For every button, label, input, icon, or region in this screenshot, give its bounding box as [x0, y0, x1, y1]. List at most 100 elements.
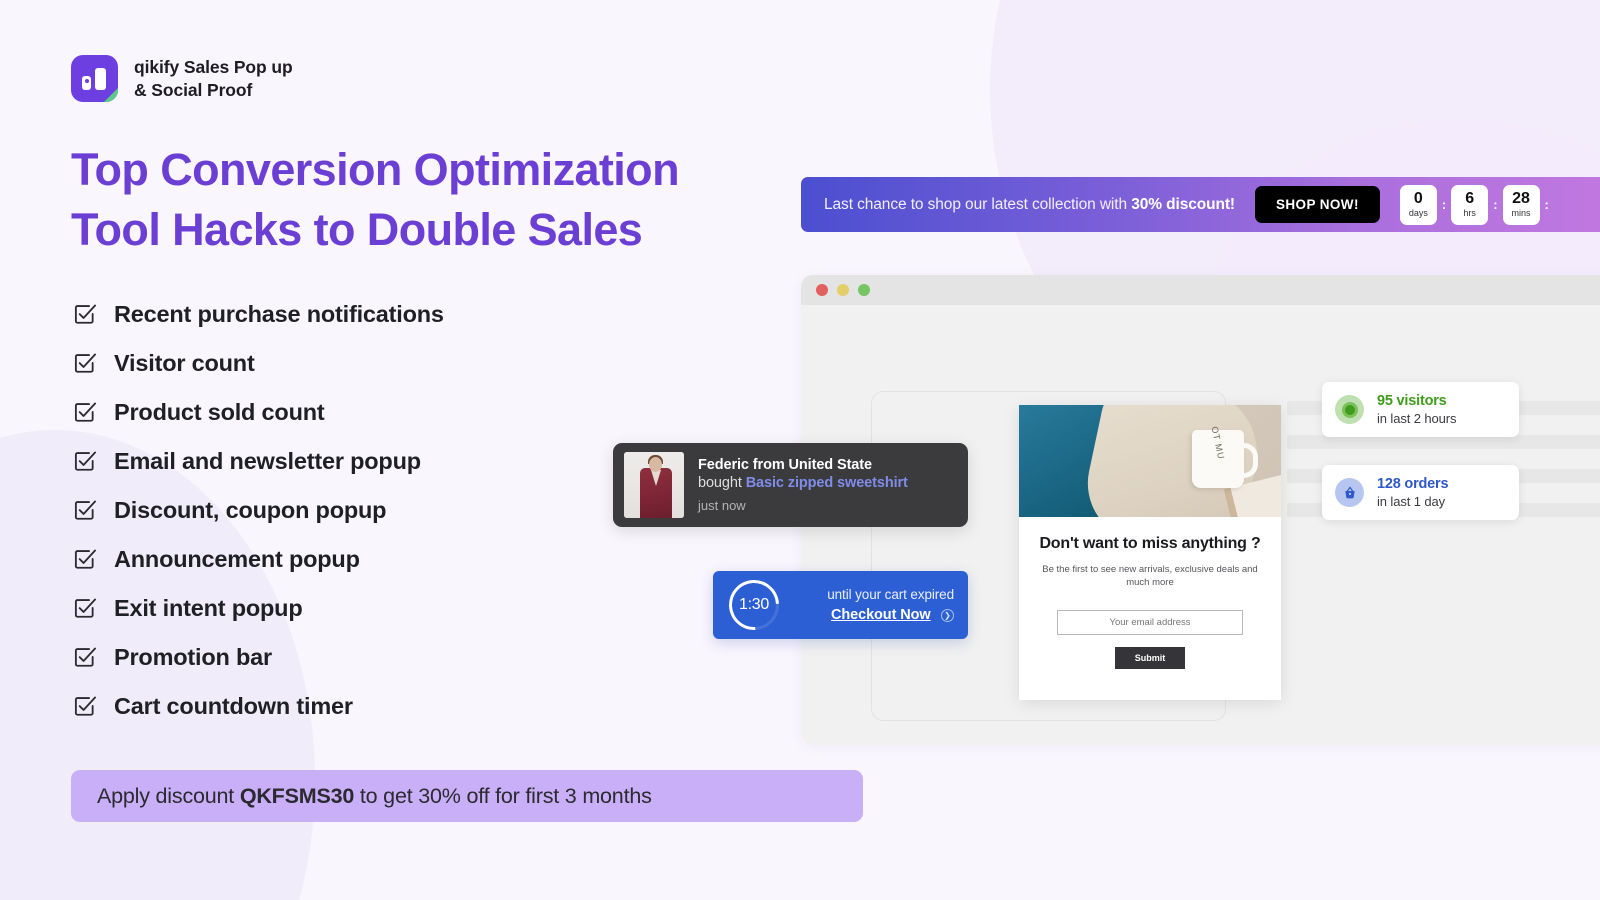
- timer-separator: :: [1441, 197, 1447, 212]
- chevron-right-icon: ❯: [941, 608, 954, 622]
- feature-item: Product sold count: [73, 388, 444, 437]
- discount-banner-text: Apply discount QKFSMS30 to get 30% off f…: [97, 784, 652, 809]
- feature-item-label: Announcement popup: [114, 546, 360, 572]
- order-count-title: 128 orders: [1377, 476, 1449, 492]
- pulse-dot-icon: [1335, 395, 1364, 424]
- brand-name: qikify Sales Pop up & Social Proof: [134, 56, 293, 101]
- minimize-window-icon[interactable]: [837, 284, 849, 296]
- newsletter-submit-button[interactable]: Submit: [1115, 646, 1185, 669]
- feature-item-label: Visitor count: [114, 350, 255, 376]
- checkbox-checked-icon: [73, 695, 96, 718]
- timer-separator: :: [1493, 197, 1498, 212]
- promotion-bar: Last chance to shop our latest collectio…: [801, 177, 1600, 232]
- cart-expiry-message: until your cart expired: [827, 586, 954, 602]
- cart-timer-value: 1:30: [739, 595, 769, 613]
- qikify-bar-logo-icon: [71, 55, 118, 102]
- feature-item-label: Product sold count: [114, 399, 325, 425]
- newsletter-popup: OT MU Don't want to miss anything ? Be t…: [1019, 405, 1281, 700]
- page-title-line2: Tool Hacks to Double Sales: [71, 203, 643, 255]
- close-window-icon[interactable]: [816, 284, 828, 296]
- timer-separator: :: [1544, 197, 1549, 212]
- feature-item: Recent purchase notifications: [73, 290, 444, 339]
- checkbox-checked-icon: [73, 597, 96, 620]
- timer-cell-mins: 28 mins: [1502, 184, 1540, 225]
- discount-code: QKFSMS30: [239, 783, 355, 808]
- checkbox-checked-icon: [73, 548, 96, 571]
- visitor-badge-text: 95 visitors in last 2 hours: [1377, 393, 1457, 426]
- feature-item: Cart countdown timer: [73, 682, 444, 731]
- thumb-head: [649, 457, 662, 472]
- order-badge-text: 128 orders in last 1 day: [1377, 476, 1449, 509]
- newsletter-subtitle: Be the first to see new arrivals, exclus…: [1042, 563, 1258, 589]
- page-title: Top Conversion Optimization Tool Hacks t…: [71, 140, 831, 260]
- promo-message-prefix: Last chance to shop our latest collectio…: [824, 195, 1132, 213]
- cart-countdown-popup[interactable]: 1:30 until your cart expired Checkout No…: [713, 569, 968, 641]
- timer-unit: mins: [1511, 208, 1531, 218]
- logo-bar-small: [82, 76, 91, 90]
- timer-value: 28: [1512, 190, 1530, 207]
- brand-lockup[interactable]: qikify Sales Pop up & Social Proof: [71, 55, 293, 102]
- feature-item: Email and newsletter popup: [73, 437, 444, 486]
- checkbox-checked-icon: [73, 450, 96, 473]
- order-count-subtitle: in last 1 day: [1377, 494, 1446, 509]
- placeholder-bar: [1287, 435, 1600, 449]
- feature-item-label: Promotion bar: [114, 644, 272, 670]
- recent-purchase-notification[interactable]: Federic from United State bought Basic z…: [613, 443, 968, 527]
- countdown-timer: 0 days:6 hrs:28 mins:: [1399, 184, 1549, 225]
- checkbox-checked-icon: [73, 303, 96, 326]
- mug-shape: OT MU: [1192, 425, 1259, 488]
- shopping-basket-icon: [1335, 478, 1364, 507]
- feature-item-label: Recent purchase notifications: [114, 301, 444, 327]
- mug-label: OT MU: [1209, 425, 1227, 461]
- cart-timer-ring-icon: 1:30: [718, 569, 790, 641]
- logo-corner-fold: [104, 88, 118, 102]
- notification-customer: Federic from United State: [698, 457, 872, 473]
- feature-item: Visitor count: [73, 339, 444, 388]
- notification-action: bought Basic zipped sweetshirt: [698, 475, 908, 491]
- feature-item-label: Cart countdown timer: [114, 693, 353, 719]
- pulse-dot-core: [1344, 404, 1355, 415]
- brand-name-line1: qikify Sales Pop up: [134, 57, 293, 78]
- product-thumbnail: [624, 452, 684, 518]
- cart-cta-row: Checkout Now ❯: [793, 602, 954, 624]
- feature-item: Announcement popup: [73, 535, 444, 584]
- visitor-count-subtitle: in last 2 hours: [1377, 411, 1457, 426]
- timer-cell-days: 0 days: [1399, 184, 1437, 225]
- notification-timestamp: just now: [698, 498, 746, 513]
- shop-now-button[interactable]: SHOP NOW!: [1254, 186, 1380, 223]
- timer-unit: days: [1408, 208, 1428, 218]
- notification-verb: bought: [698, 475, 746, 491]
- page-title-line1: Top Conversion Optimization: [71, 144, 680, 195]
- notification-product-link[interactable]: Basic zipped sweetshirt: [746, 475, 908, 491]
- newsletter-body: Don't want to miss anything ? Be the fir…: [1019, 517, 1281, 669]
- visitor-count-title: 95 visitors: [1377, 393, 1447, 409]
- promo-landing-page: qikify Sales Pop up & Social Proof Top C…: [0, 0, 1600, 900]
- checkout-now-link[interactable]: Checkout Now: [831, 607, 931, 623]
- feature-item-label: Email and newsletter popup: [114, 448, 421, 474]
- feature-item: Discount, coupon popup: [73, 486, 444, 535]
- newsletter-hero-image: OT MU: [1019, 405, 1281, 517]
- notification-text: Federic from United State bought Basic z…: [698, 457, 908, 513]
- feature-item-label: Discount, coupon popup: [114, 497, 387, 523]
- newsletter-email-input[interactable]: [1057, 609, 1243, 635]
- timer-unit: hrs: [1463, 208, 1476, 218]
- feature-item: Exit intent popup: [73, 584, 444, 633]
- discount-suffix: to get 30% off for first 3 months: [354, 783, 652, 808]
- checkbox-checked-icon: [73, 499, 96, 522]
- timer-cell-hrs: 6 hrs: [1451, 184, 1489, 225]
- discount-code-banner[interactable]: Apply discount QKFSMS30 to get 30% off f…: [71, 770, 863, 822]
- brand-name-line2: & Social Proof: [134, 79, 253, 100]
- browser-titlebar: [801, 275, 1600, 305]
- discount-prefix: Apply discount: [97, 783, 240, 808]
- promotion-bar-message: Last chance to shop our latest collectio…: [824, 196, 1235, 214]
- promo-message-highlight: 30% discount!: [1131, 195, 1235, 213]
- checkbox-checked-icon: [73, 646, 96, 669]
- timer-value: 6: [1465, 190, 1475, 207]
- visitor-count-badge: 95 visitors in last 2 hours: [1322, 382, 1519, 437]
- checkbox-checked-icon: [73, 401, 96, 424]
- feature-item: Promotion bar: [73, 633, 444, 682]
- timer-value: 0: [1413, 190, 1423, 207]
- feature-list: Recent purchase notifications Visitor cou…: [73, 290, 444, 731]
- maximize-window-icon[interactable]: [858, 284, 870, 296]
- pulse-dot-inner: [1341, 401, 1358, 418]
